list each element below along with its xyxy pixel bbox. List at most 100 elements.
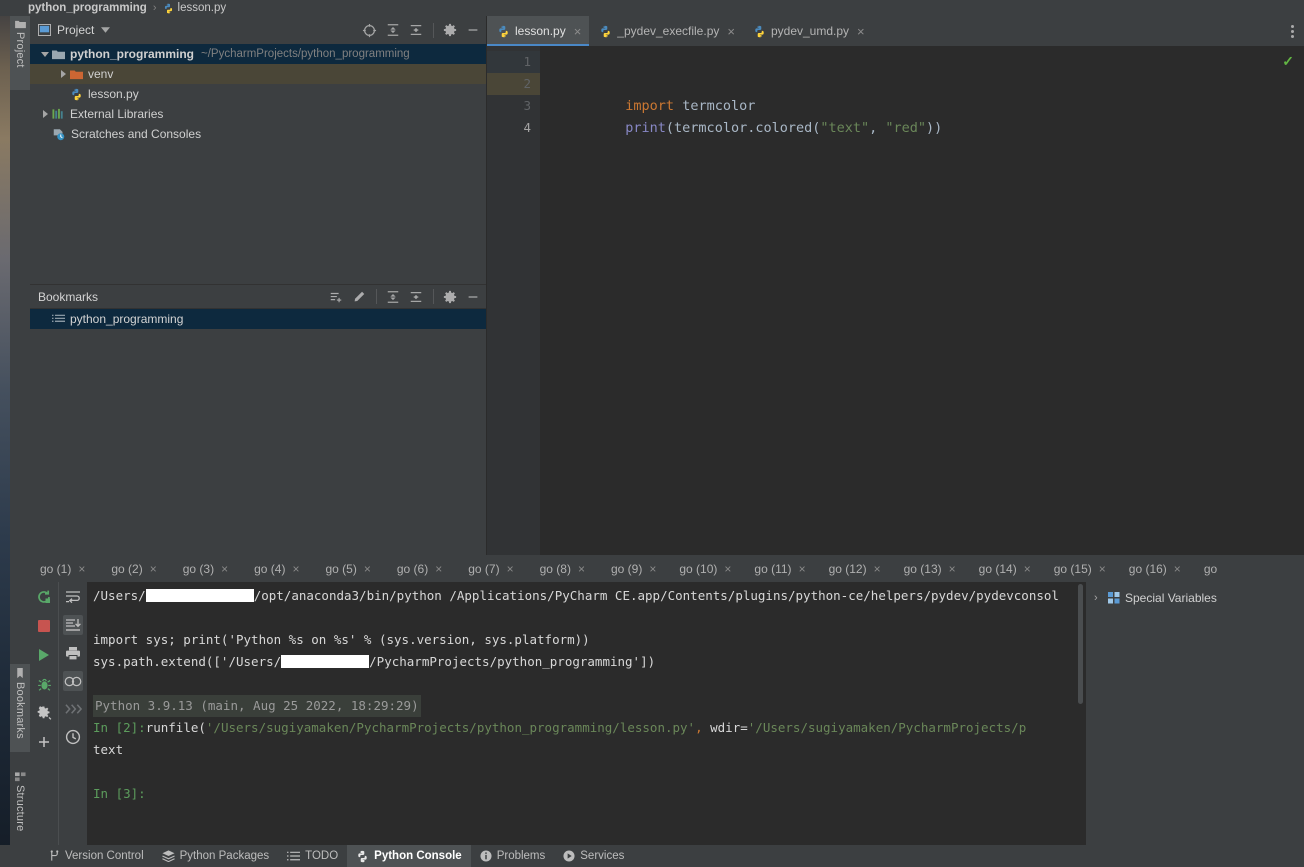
editor-tab-pydev-umd[interactable]: pydev_umd.py × xyxy=(743,16,873,46)
console-import-line: import sys; print('Python %s on %s' % (s… xyxy=(93,632,590,647)
console-tab[interactable]: go (13) × xyxy=(897,562,963,576)
close-icon[interactable]: × xyxy=(435,562,442,576)
console-tab[interactable]: go xyxy=(1197,562,1224,576)
inspection-status-ok-icon[interactable]: ✓ xyxy=(1282,53,1294,70)
use-console-icon[interactable] xyxy=(63,671,83,691)
console-tab[interactable]: go (11) × xyxy=(747,562,812,576)
chevron-down-icon[interactable] xyxy=(101,27,111,33)
expand-all-icon[interactable] xyxy=(386,290,400,304)
gear-icon[interactable] xyxy=(443,23,457,37)
edit-icon[interactable] xyxy=(352,290,366,304)
close-icon[interactable]: × xyxy=(799,562,806,576)
console-tab-label: go (3) xyxy=(182,561,215,576)
scroll-to-end-icon[interactable] xyxy=(63,615,83,635)
code-content[interactable]: import termcolor print(termcolor.colored… xyxy=(540,46,1304,555)
special-variables-row[interactable]: › Special Variables xyxy=(1086,588,1304,608)
tree-row[interactable]: venv xyxy=(30,64,486,84)
status-item-problems[interactable]: Problems xyxy=(471,845,555,867)
tree-row[interactable]: Scratches and Consoles xyxy=(30,124,486,144)
history-icon[interactable] xyxy=(63,727,83,747)
debug-icon[interactable] xyxy=(34,674,54,694)
chevron-right-icon[interactable]: › xyxy=(1094,592,1108,604)
console-tab[interactable]: go (4) × xyxy=(247,562,306,576)
add-bookmark-icon[interactable] xyxy=(329,290,343,304)
close-icon[interactable]: × xyxy=(1099,562,1106,576)
bookmark-list-icon xyxy=(52,314,65,325)
soft-wrap-icon[interactable] xyxy=(63,587,83,607)
console-tab[interactable]: go (5) × xyxy=(319,562,378,576)
tree-toggle[interactable] xyxy=(38,51,52,57)
left-tool-rail: Project Bookmarks Structure xyxy=(10,16,30,851)
editor-tab-bar: lesson.py × _pydev_execfile.py × pydev_u… xyxy=(487,16,1304,46)
close-icon[interactable]: × xyxy=(1024,562,1031,576)
console-path-prefix: sys.path.extend(['/Users/ xyxy=(93,654,282,669)
status-item-python-packages[interactable]: Python Packages xyxy=(153,845,279,867)
console-scrollbar[interactable] xyxy=(1076,582,1085,845)
tree-toggle[interactable] xyxy=(38,110,52,118)
status-item-todo[interactable]: TODO xyxy=(278,845,347,867)
console-tab[interactable]: go (14) × xyxy=(972,562,1038,576)
console-tab[interactable]: go (16) × xyxy=(1122,562,1188,576)
rail-item-structure[interactable]: Structure xyxy=(10,768,30,854)
editor-tab-lesson[interactable]: lesson.py × xyxy=(487,16,590,46)
console-tab[interactable]: go (15) × xyxy=(1047,562,1113,576)
console-tab-label: go (4) xyxy=(254,561,286,576)
project-tree: python_programming ~/PycharmProjects/pyt… xyxy=(30,44,486,294)
console-tab[interactable]: go (8) × xyxy=(533,562,592,576)
console-tab[interactable]: go (1) × xyxy=(30,562,92,576)
close-icon[interactable]: × xyxy=(949,562,956,576)
add-icon[interactable] xyxy=(34,732,54,752)
tree-row[interactable]: External Libraries xyxy=(30,104,486,124)
console-output[interactable]: /Users/ /opt/anaconda3/bin/python /Applic… xyxy=(87,582,1085,845)
close-icon[interactable]: × xyxy=(292,562,299,576)
close-icon[interactable]: × xyxy=(727,25,735,38)
hide-panel-icon[interactable] xyxy=(466,23,480,37)
rail-item-bookmarks[interactable]: Bookmarks xyxy=(10,664,30,752)
console-tab[interactable]: go (7) × xyxy=(461,562,520,576)
breadcrumb-project[interactable]: python_programming xyxy=(28,2,147,14)
collapse-all-icon[interactable] xyxy=(409,23,423,37)
collapse-all-icon[interactable] xyxy=(409,290,423,304)
code-editor[interactable]: 1 2 3 4 import termcolor print(termcolor… xyxy=(487,46,1304,555)
close-icon[interactable]: × xyxy=(649,562,656,576)
console-tab[interactable]: go (10) × xyxy=(672,562,738,576)
close-icon[interactable]: × xyxy=(507,562,514,576)
hide-panel-icon[interactable] xyxy=(466,290,480,304)
locate-icon[interactable] xyxy=(362,23,377,38)
close-icon[interactable]: × xyxy=(78,562,85,576)
console-tab[interactable]: go (6) × xyxy=(390,562,449,576)
expand-all-icon[interactable] xyxy=(386,23,400,37)
close-icon[interactable]: × xyxy=(724,562,731,576)
close-icon[interactable]: × xyxy=(857,25,865,38)
editor-tab-label: pydev_umd.py xyxy=(770,24,850,38)
status-item-version-control[interactable]: Version Control xyxy=(40,845,153,867)
editor-tab-pydev-execfile[interactable]: _pydev_execfile.py × xyxy=(589,16,743,46)
close-icon[interactable]: × xyxy=(574,25,582,38)
console-tab[interactable]: go (2) × xyxy=(104,562,163,576)
status-item-python-console[interactable]: Python Console xyxy=(347,845,471,867)
close-icon[interactable]: × xyxy=(150,562,157,576)
console-tab[interactable]: go (3) × xyxy=(176,562,235,576)
print-icon[interactable] xyxy=(63,643,83,663)
tree-toggle[interactable] xyxy=(56,70,70,78)
tree-row[interactable]: python_programming ~/PycharmProjects/pyt… xyxy=(30,44,486,64)
rerun-icon[interactable] xyxy=(34,587,54,607)
close-icon[interactable]: × xyxy=(364,562,371,576)
status-item-services[interactable]: Services xyxy=(554,845,633,867)
close-icon[interactable]: × xyxy=(221,562,228,576)
list-item[interactable]: python_programming xyxy=(30,309,486,329)
tree-row[interactable]: lesson.py xyxy=(30,84,486,104)
gear-icon[interactable] xyxy=(443,290,457,304)
run-icon[interactable] xyxy=(34,645,54,665)
show-prompt-icon[interactable] xyxy=(63,699,83,719)
breadcrumb-file[interactable]: lesson.py xyxy=(178,2,227,14)
settings-icon[interactable] xyxy=(34,703,54,723)
console-tab[interactable]: go (12) × xyxy=(822,562,888,576)
stop-icon[interactable] xyxy=(34,616,54,636)
console-tab[interactable]: go (9) × xyxy=(604,562,663,576)
rail-item-project[interactable]: Project xyxy=(10,16,30,90)
close-icon[interactable]: × xyxy=(578,562,585,576)
more-options-icon[interactable] xyxy=(1287,16,1298,46)
close-icon[interactable]: × xyxy=(1174,562,1181,576)
close-icon[interactable]: × xyxy=(874,562,881,576)
